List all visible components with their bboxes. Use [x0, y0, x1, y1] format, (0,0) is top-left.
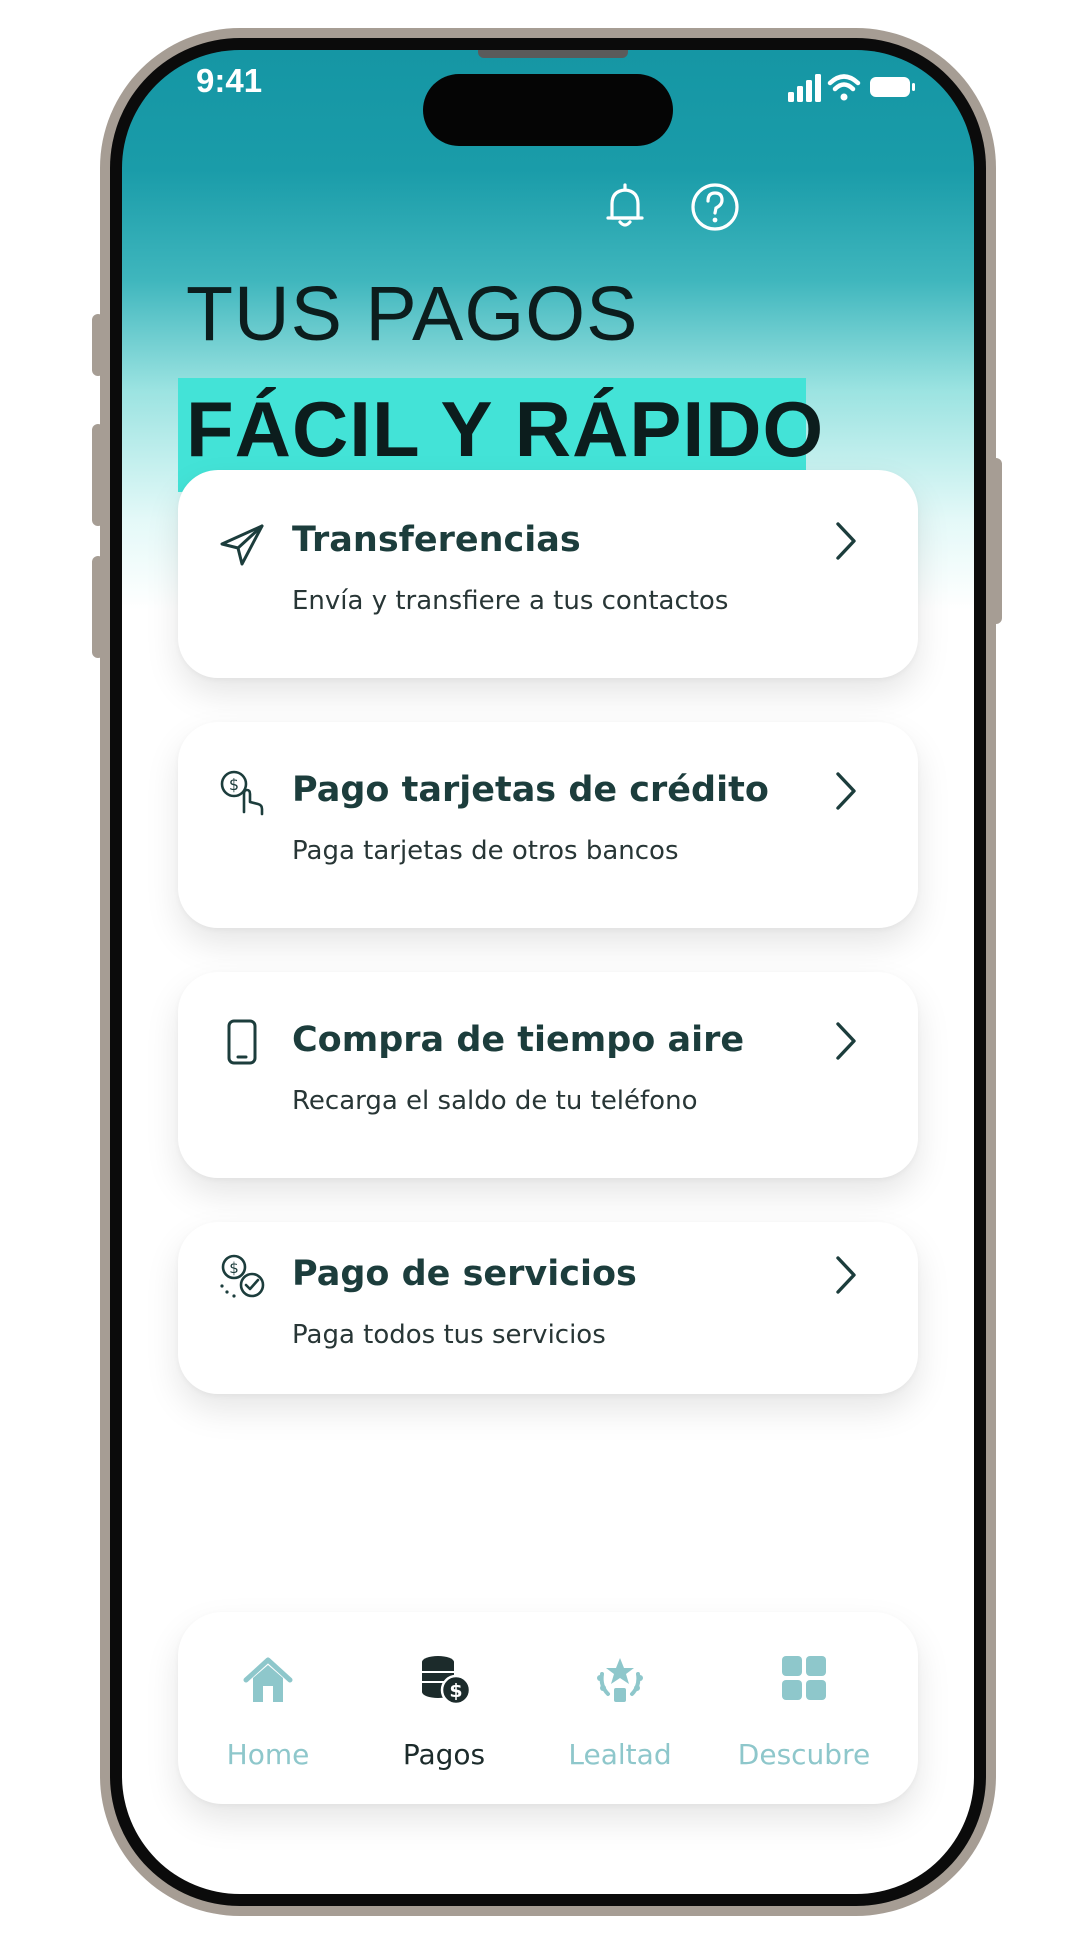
- coins-icon: $: [422, 1656, 472, 1706]
- card-title: Pago de servicios: [292, 1254, 637, 1294]
- card-title: Compra de tiempo aire: [292, 1020, 745, 1060]
- help-icon[interactable]: [688, 180, 742, 234]
- headline-line1: TUS PAGOS: [186, 271, 639, 357]
- star-badge-icon: [597, 1658, 643, 1702]
- headline-line2: FÁCIL Y RÁPIDO: [186, 385, 825, 473]
- tab-label: Pagos: [402, 1738, 486, 1771]
- tab-label: Descubre: [737, 1738, 871, 1771]
- svg-text:$: $: [449, 1680, 462, 1702]
- tab-lealtad[interactable]: Lealtad: [530, 1612, 710, 1804]
- paper-plane-icon: [220, 524, 264, 566]
- card-subtitle: Envía y transfiere a tus contactos: [292, 586, 729, 616]
- status-time: 9:41: [196, 62, 263, 99]
- card-subtitle: Paga todos tus servicios: [292, 1320, 606, 1350]
- chevron-right-icon: [836, 1022, 856, 1060]
- battery-icon: [870, 77, 915, 97]
- card-subtitle: Paga tarjetas de otros bancos: [292, 836, 679, 866]
- phone-icon: [227, 1019, 257, 1065]
- chevron-right-icon: [836, 772, 856, 810]
- card-subtitle: Recarga el saldo de tu teléfono: [292, 1086, 698, 1116]
- card-payment-icon: $: [220, 770, 264, 816]
- status-icons: [788, 74, 915, 102]
- card-title: Transferencias: [292, 520, 581, 560]
- card-pago-servicios[interactable]: $ Pago de servicios Paga todos tus servi…: [178, 1222, 918, 1394]
- app-screen: 9:41 TUS PAGOS FÁCIL Y RÁPIDO Transferen…: [122, 50, 974, 1894]
- tab-label: Lealtad: [568, 1738, 672, 1771]
- card-pago-tarjetas[interactable]: $ Pago tarjetas de crédito Paga tarjetas…: [178, 722, 918, 928]
- dynamic-island: [423, 74, 673, 146]
- card-transferencias[interactable]: Transferencias Envía y transfiere a tus …: [178, 470, 918, 678]
- services-icon: $: [220, 1254, 265, 1298]
- tab-label: Home: [226, 1738, 310, 1771]
- tab-descubre[interactable]: Descubre: [714, 1612, 894, 1804]
- wifi-icon: [827, 74, 861, 101]
- card-tiempo-aire[interactable]: Compra de tiempo aire Recarga el saldo d…: [178, 972, 918, 1178]
- bell-icon[interactable]: [598, 180, 652, 234]
- svg-text:$: $: [229, 775, 239, 794]
- home-icon: [243, 1657, 293, 1702]
- svg-text:$: $: [229, 1259, 239, 1277]
- card-title: Pago tarjetas de crédito: [292, 770, 769, 810]
- chevron-right-icon: [836, 522, 856, 560]
- grid-icon: [782, 1656, 826, 1700]
- tab-home[interactable]: Home: [178, 1612, 358, 1804]
- signal-icon: [788, 74, 821, 102]
- tab-pagos[interactable]: $ Pagos: [354, 1612, 534, 1804]
- bottom-tab-bar: Home $ Pagos Lealtad Descubre: [178, 1612, 918, 1804]
- top-speaker: [478, 50, 628, 58]
- chevron-right-icon: [836, 1256, 856, 1294]
